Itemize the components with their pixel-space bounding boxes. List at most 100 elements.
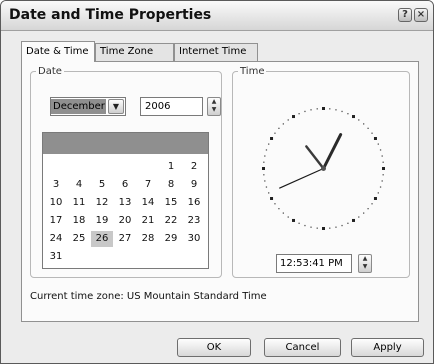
calendar-day[interactable]: 31 <box>45 249 67 265</box>
clock-minute-tick <box>363 212 365 214</box>
help-button[interactable]: ? <box>398 8 412 22</box>
chevron-down-icon[interactable]: ▼ <box>108 99 124 114</box>
clock-minute-tick <box>377 192 379 194</box>
calendar-grid[interactable]: 1 2 3 4 5 6 7 8 9 10 11 12 13 14 15 16 17 18 19 20 21 22 23 24 2… <box>42 132 209 269</box>
clock-minute-tick <box>265 186 268 188</box>
year-field[interactable]: 2006 <box>140 97 203 116</box>
spin-up-icon[interactable]: ▲ <box>359 255 371 263</box>
calendar-day[interactable]: 25 <box>68 231 90 247</box>
calendar-day[interactable]: 15 <box>160 195 182 211</box>
clock-hour-tick <box>382 167 385 170</box>
calendar-day[interactable]: 7 <box>137 177 159 193</box>
calendar-days: 1 2 3 4 5 6 7 8 9 10 11 12 13 14 15 16 17 18 19 20 21 22 23 24 2… <box>45 159 207 267</box>
clock-minute-tick <box>282 212 284 214</box>
time-field[interactable]: 12:53:41 PM <box>276 254 352 273</box>
clock-minute-tick <box>367 127 369 129</box>
calendar-day[interactable]: 2 <box>183 159 205 175</box>
ok-button[interactable]: OK <box>177 338 251 357</box>
clock-minute-tick <box>371 132 373 134</box>
date-time-properties-window: Date and Time Properties ? × Date & Time… <box>0 0 434 364</box>
clock-hour-tick <box>322 227 325 230</box>
clock-hour-hand <box>322 133 343 170</box>
year-spinner[interactable]: ▲ ▼ <box>207 97 221 116</box>
calendar-week-row: 10 11 12 13 14 15 16 <box>45 195 207 213</box>
calendar-day[interactable]: 22 <box>160 213 182 229</box>
calendar-day[interactable]: 18 <box>68 213 90 229</box>
calendar-header-bar <box>43 133 208 154</box>
calendar-day[interactable]: 24 <box>45 231 67 247</box>
cancel-button[interactable]: Cancel <box>264 338 341 357</box>
calendar-empty-cell <box>114 159 136 175</box>
calendar-week-row: 31 <box>45 249 207 267</box>
calendar-day[interactable]: 8 <box>160 177 182 193</box>
calendar-empty-cell <box>91 159 113 175</box>
tab-internet-time[interactable]: Internet Time <box>174 43 258 61</box>
spin-down-icon[interactable]: ▼ <box>359 263 371 271</box>
date-group-label: Date <box>38 66 62 77</box>
clock-minute-tick <box>347 222 349 224</box>
clock-minute-tick <box>298 113 300 115</box>
calendar-day[interactable]: 17 <box>45 213 67 229</box>
clock-minute-tick <box>358 119 360 121</box>
clock-minute-tick <box>268 143 270 145</box>
spin-down-icon[interactable]: ▼ <box>208 106 220 114</box>
calendar-day[interactable]: 21 <box>137 213 159 229</box>
tab-date-time[interactable]: Date & Time <box>21 41 95 62</box>
window-title: Date and Time Properties <box>9 7 212 23</box>
clock-minute-tick <box>316 227 318 229</box>
clock-minute-tick <box>310 226 312 228</box>
time-group: Time 12:53:41 PM ▲ ▼ <box>232 66 410 278</box>
calendar-day[interactable]: 27 <box>114 231 136 247</box>
calendar-day[interactable]: 16 <box>183 195 205 211</box>
clock-minute-tick <box>381 180 383 182</box>
time-spinner[interactable]: ▲ ▼ <box>358 254 372 273</box>
clock-hour-tick <box>270 197 274 200</box>
clock-minute-tick <box>304 224 306 227</box>
calendar-empty-cell <box>68 249 90 265</box>
clock-minute-tick <box>335 109 337 111</box>
tab-time-zone[interactable]: Time Zone <box>95 43 174 61</box>
calendar-day[interactable]: 30 <box>183 231 205 247</box>
calendar-empty-cell <box>45 159 67 175</box>
current-time-zone-label: Current time zone: US Mountain Standard … <box>30 291 267 302</box>
calendar-day[interactable]: 9 <box>183 177 205 193</box>
calendar-day[interactable]: 11 <box>68 195 90 211</box>
clock-minute-tick <box>310 109 312 111</box>
calendar-day[interactable]: 6 <box>114 177 136 193</box>
close-button[interactable]: × <box>414 8 428 22</box>
calendar-day[interactable]: 4 <box>68 177 90 193</box>
month-select[interactable]: December ▼ <box>50 97 126 116</box>
clock-minute-tick <box>264 180 266 182</box>
calendar-day[interactable]: 23 <box>183 213 205 229</box>
calendar-day[interactable]: 5 <box>91 177 113 193</box>
title-bar[interactable]: Date and Time Properties ? × <box>1 1 433 31</box>
clock-minute-tick <box>298 222 300 224</box>
calendar-day[interactable]: 10 <box>45 195 67 211</box>
time-group-label: Time <box>240 66 265 77</box>
calendar-day[interactable]: 1 <box>160 159 182 175</box>
clock-minute-tick <box>304 110 306 113</box>
clock-minute-tick <box>347 113 349 115</box>
calendar-day[interactable]: 20 <box>114 213 136 229</box>
clock-minute-tick <box>278 208 280 210</box>
calendar-day[interactable]: 3 <box>45 177 67 193</box>
calendar-empty-cell <box>137 159 159 175</box>
calendar-day[interactable]: 13 <box>114 195 136 211</box>
clock-minute-hand <box>305 145 325 170</box>
calendar-day[interactable]: 28 <box>137 231 159 247</box>
clock-minute-tick <box>316 108 318 110</box>
calendar-day[interactable]: 19 <box>91 213 113 229</box>
clock-center-pin <box>321 166 326 171</box>
clock-minute-tick <box>329 108 331 110</box>
clock-minute-tick <box>287 216 289 218</box>
clock-hour-tick <box>270 137 274 140</box>
spin-up-icon[interactable]: ▲ <box>208 98 220 106</box>
calendar-day[interactable]: 14 <box>137 195 159 211</box>
calendar-day[interactable]: 12 <box>91 195 113 211</box>
apply-button[interactable]: Apply <box>351 338 424 357</box>
clock-minute-tick <box>264 155 266 157</box>
calendar-day[interactable]: 29 <box>160 231 182 247</box>
clock-minute-tick <box>379 149 382 151</box>
clock-minute-tick <box>278 127 280 129</box>
calendar-day-selected[interactable]: 26 <box>91 231 113 247</box>
